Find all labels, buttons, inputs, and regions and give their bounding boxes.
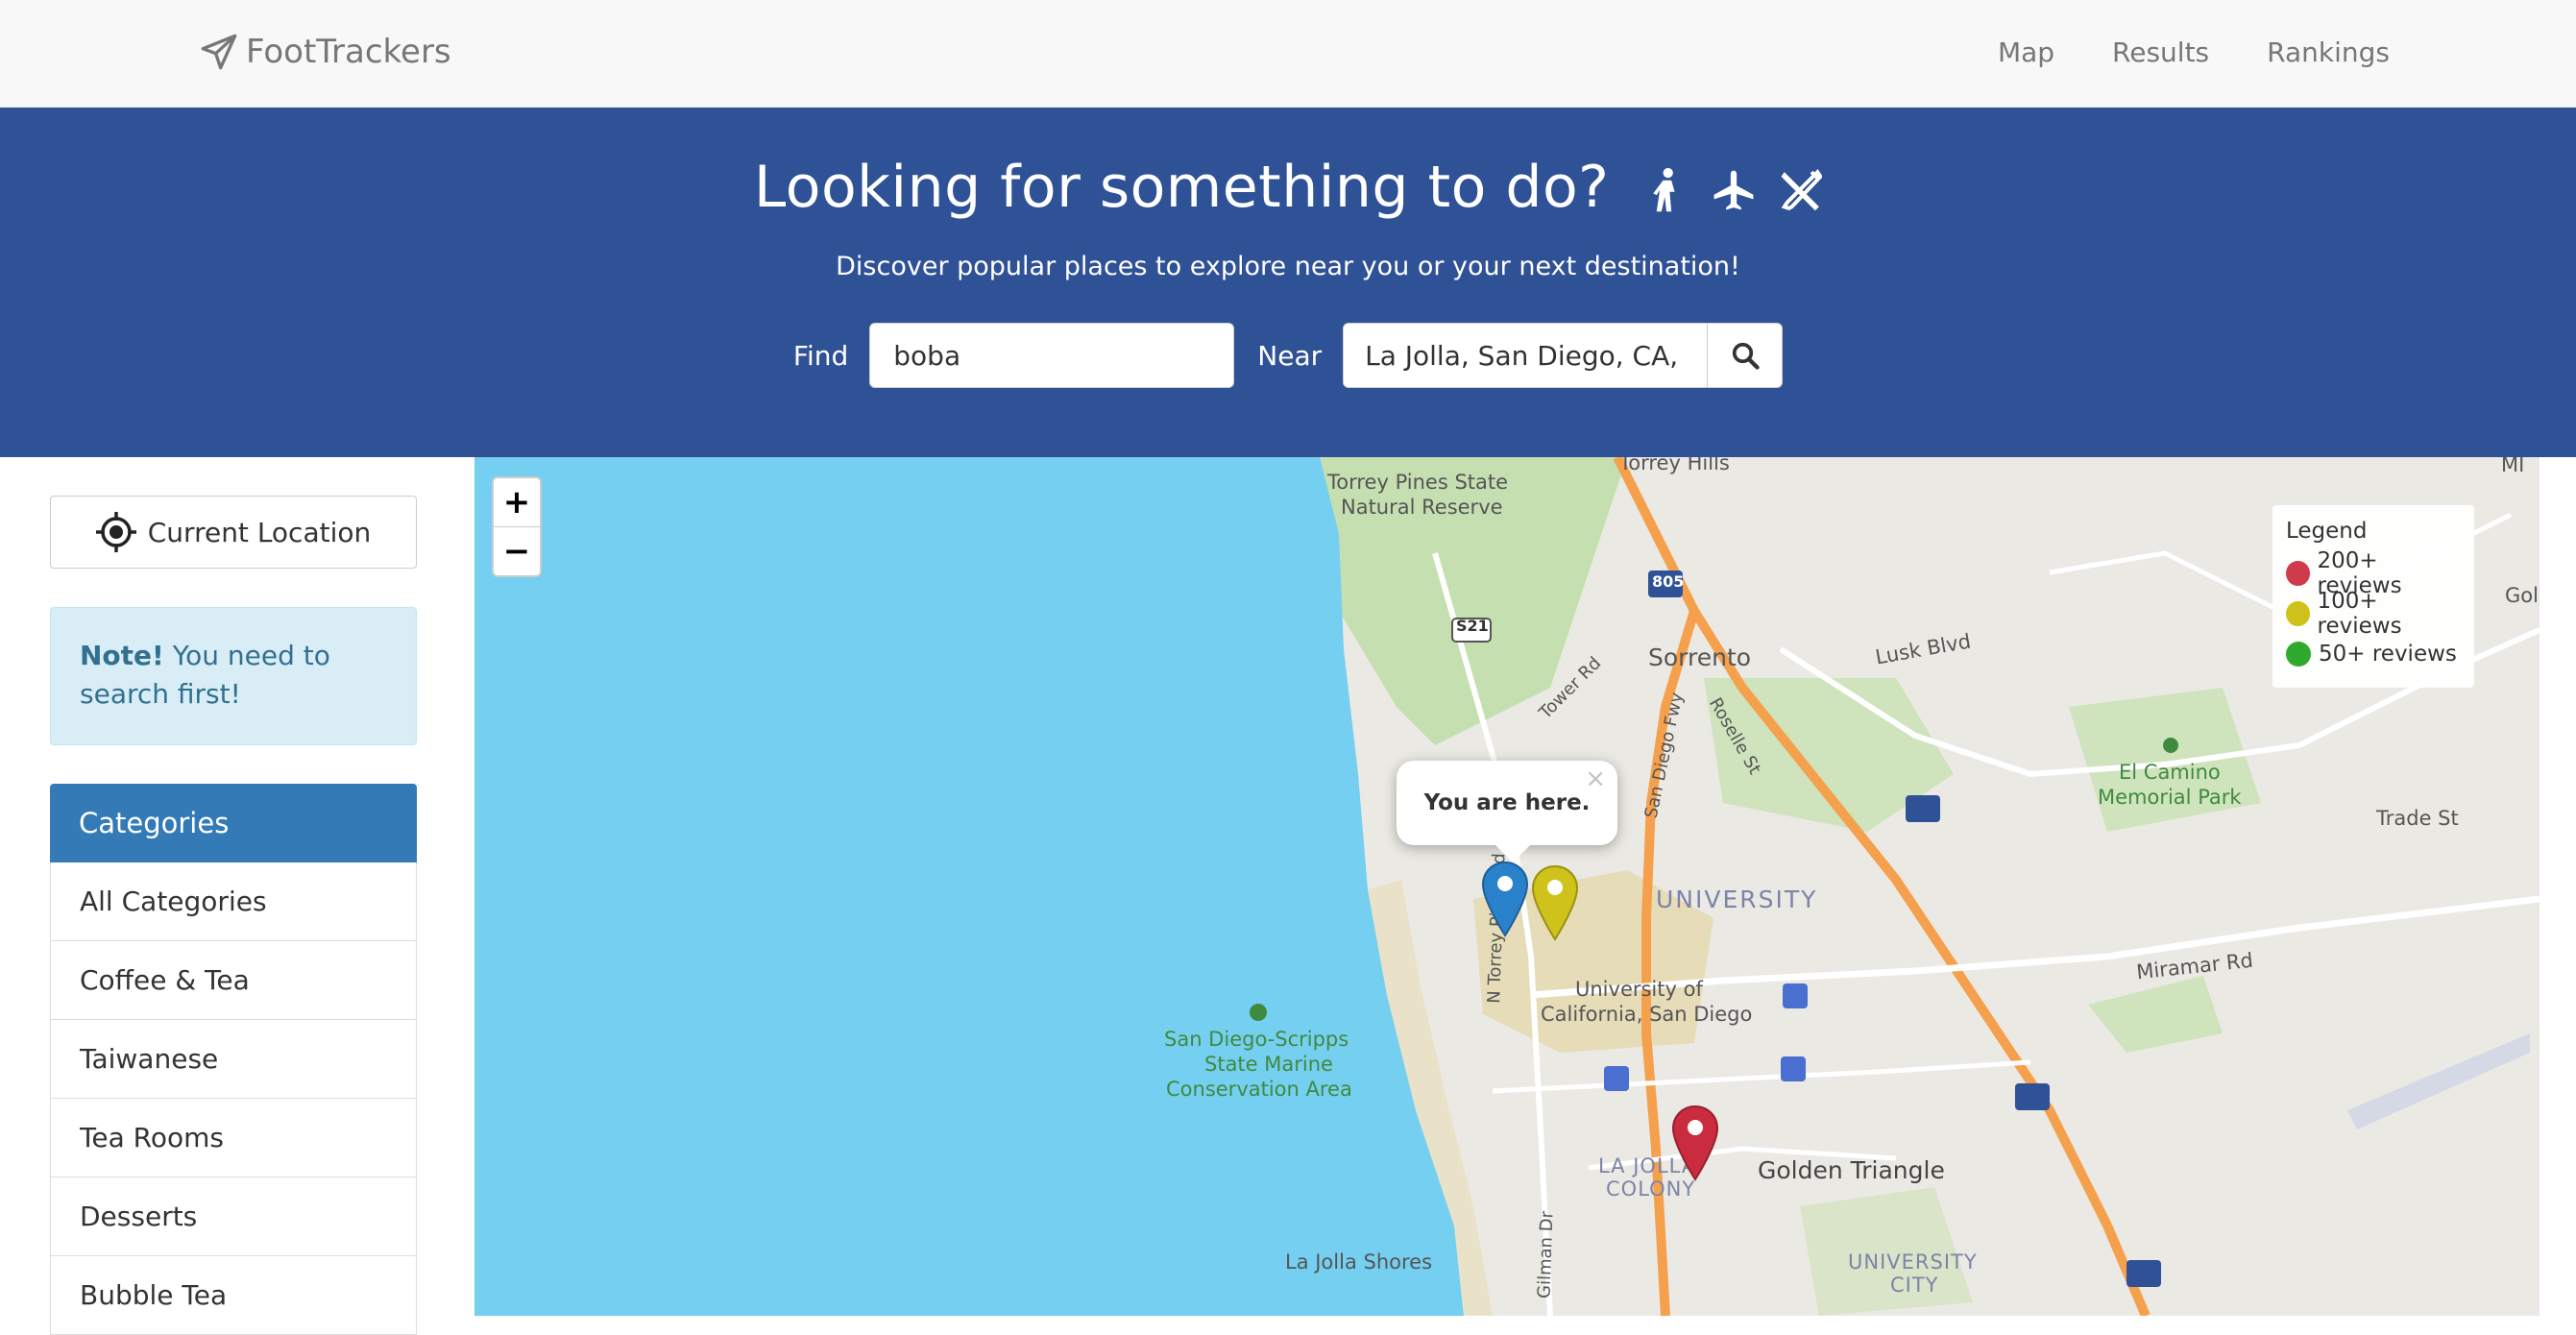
result-marker-200[interactable]: [1671, 1104, 1719, 1181]
sidebar: Current Location Note! You need to searc…: [0, 457, 474, 1335]
map[interactable]: Torrey Hills Torrey Pines State Natural …: [474, 457, 2540, 1316]
map-label-ucity-1: UNIVERSITY: [1848, 1250, 1978, 1274]
you-are-here-popup: You are here. ×: [1397, 761, 1617, 862]
map-label-sdscripps-2: State Marine: [1204, 1053, 1333, 1076]
category-item-bubble-tea[interactable]: Bubble Tea: [50, 1256, 417, 1335]
category-item-tea-rooms[interactable]: Tea Rooms: [50, 1099, 417, 1177]
legend-dot-50: [2286, 642, 2311, 667]
hero-title: Looking for something to do?: [0, 154, 2576, 221]
category-item-taiwanese[interactable]: Taiwanese: [50, 1020, 417, 1099]
brand-name: FootTrackers: [246, 33, 451, 71]
nav-link-results[interactable]: Results: [2112, 36, 2209, 68]
nav-link-rankings[interactable]: Rankings: [2267, 36, 2390, 68]
note-bold: Note!: [80, 640, 164, 671]
category-item-all[interactable]: All Categories: [50, 862, 417, 941]
map-label-sdscripps-1: San Diego-Scripps: [1164, 1028, 1349, 1051]
plane-icon: [1713, 170, 1754, 210]
map-label-sdscripps-3: Conservation Area: [1166, 1078, 1352, 1101]
search-form: Find Near: [0, 323, 2576, 388]
map-label-ucity-2: CITY: [1890, 1274, 1939, 1297]
zoom-in-button[interactable]: +: [494, 478, 540, 527]
nav-link-map[interactable]: Map: [1998, 36, 2054, 68]
legend-item-200: 200+ reviews: [2286, 548, 2461, 598]
navbar: FootTrackers Map Results Rankings: [0, 0, 2576, 108]
hero-title-icons: [1645, 167, 1823, 213]
current-location-button[interactable]: Current Location: [50, 496, 417, 569]
categories-heading: Categories: [50, 784, 417, 862]
category-item-coffee-tea[interactable]: Coffee & Tea: [50, 941, 417, 1020]
brand-link[interactable]: FootTrackers: [200, 33, 451, 71]
walking-icon: [1653, 168, 1675, 212]
map-label-mi: MI: [2501, 457, 2525, 476]
legend-dot-100: [2286, 601, 2310, 626]
map-label-ucsd-2: California, San Diego: [1541, 1003, 1753, 1026]
map-label-ucsd-1: University of: [1575, 978, 1703, 1001]
near-label: Near: [1257, 339, 1323, 372]
search-button[interactable]: [1708, 323, 1784, 388]
result-marker-100[interactable]: [1531, 864, 1579, 941]
paper-plane-icon: [201, 34, 237, 70]
search-hero: Looking for something to do? Discover po…: [0, 108, 2576, 457]
zoom-out-button[interactable]: −: [494, 527, 540, 575]
legend-item-100: 100+ reviews: [2286, 589, 2461, 639]
legend-label-100: 100+ reviews: [2317, 589, 2402, 639]
category-item-desserts[interactable]: Desserts: [50, 1177, 417, 1256]
legend-dot-200: [2286, 561, 2310, 586]
map-label-natural-reserve: Natural Reserve: [1341, 496, 1503, 519]
categories-list: All Categories Coffee & Tea Taiwanese Te…: [50, 862, 417, 1335]
near-input[interactable]: [1343, 323, 1709, 388]
current-location-label: Current Location: [147, 516, 372, 548]
find-label: Find: [792, 339, 849, 372]
crosshairs-icon: [95, 512, 136, 552]
map-label-elcamino-2: Memorial Park: [2098, 786, 2242, 809]
legend-item-50: 50+ reviews: [2286, 634, 2461, 674]
you-are-here-marker[interactable]: [1481, 861, 1529, 937]
map-label-torrey-hills: Torrey Hills: [1619, 457, 1730, 474]
map-label-university: UNIVERSITY: [1656, 886, 1818, 913]
find-input[interactable]: [869, 323, 1235, 388]
map-label-elcamino-1: El Camino: [2119, 761, 2221, 784]
map-label-gilman: Gilman Dr: [1534, 1210, 1558, 1299]
search-note: Note! You need to search first!: [50, 607, 417, 745]
map-label-gol: Gol: [2505, 584, 2539, 607]
map-legend: Legend 200+ reviews 100+ reviews 50+ rev…: [2272, 505, 2474, 688]
legend-title: Legend: [2286, 519, 2368, 544]
popup-close-button[interactable]: ×: [1585, 765, 1606, 793]
map-label-torrey-pines: Torrey Pines State: [1327, 471, 1509, 494]
search-icon: [1732, 342, 1760, 370]
map-label-sorrento: Sorrento: [1648, 643, 1752, 671]
hero-title-text: Looking for something to do?: [753, 154, 1610, 221]
popup-text: You are here.: [1423, 790, 1591, 815]
map-label-trade: Trade St: [2376, 807, 2459, 830]
map-label-s21: S21: [1456, 617, 1489, 635]
map-label-805: 805: [1652, 572, 1685, 591]
right-page-edge: [2540, 457, 2576, 1316]
map-label-lajolla-shores: La Jolla Shores: [1285, 1250, 1433, 1274]
nav-links: Map Results Rankings: [1998, 36, 2390, 68]
utensils-icon: [1781, 169, 1823, 211]
legend-label-50: 50+ reviews: [2319, 642, 2457, 667]
zoom-control: + −: [492, 476, 542, 577]
hero-subtitle: Discover popular places to explore near …: [836, 252, 1740, 281]
map-label-golden-triangle: Golden Triangle: [1758, 1156, 1945, 1184]
